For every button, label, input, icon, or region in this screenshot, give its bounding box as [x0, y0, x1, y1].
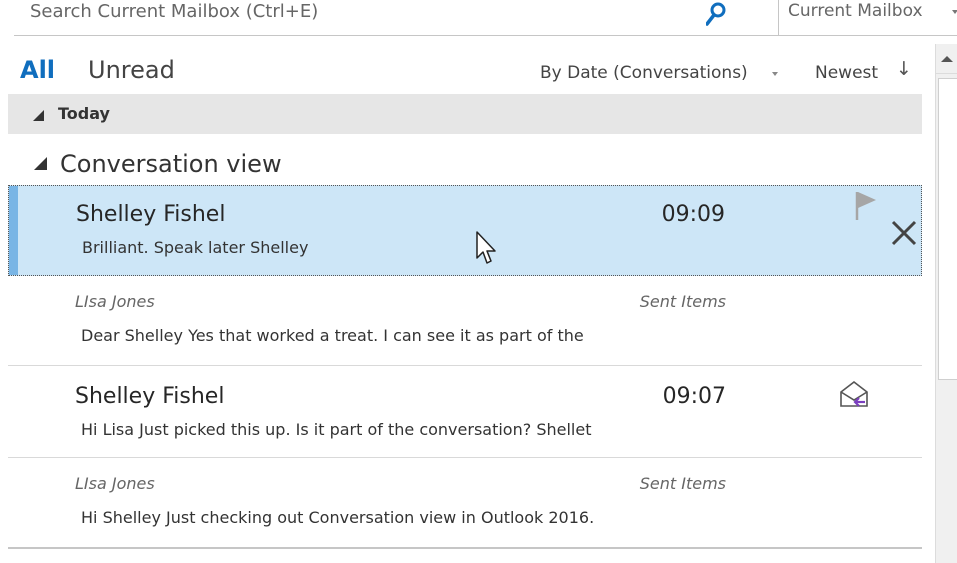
message-preview: Brilliant. Speak later Shelley [82, 238, 309, 257]
conversation-header[interactable]: Conversation view [0, 144, 925, 184]
message-time: 09:07 [662, 384, 726, 409]
scrollbar[interactable] [935, 44, 957, 563]
tab-all[interactable]: All [20, 56, 55, 84]
arrow-down-icon[interactable]: ↓ [896, 58, 912, 80]
sort-by-dropdown[interactable]: By Date (Conversations) [540, 63, 748, 83]
flag-icon[interactable] [854, 190, 880, 220]
search-icon[interactable] [706, 0, 736, 30]
search-separator [778, 0, 779, 36]
message-row[interactable]: LIsa Jones Sent Items Hi Shelley Just ch… [8, 458, 922, 546]
delete-icon[interactable] [889, 218, 919, 248]
message-time: 09:09 [661, 202, 725, 227]
message-sender: Shelley Fishel [76, 202, 226, 227]
selection-indicator [9, 186, 18, 275]
message-sender: Shelley Fishel [75, 384, 225, 409]
scope-dropdown-icon[interactable] [952, 10, 957, 14]
search-scope-dropdown[interactable]: Current Mailbox [788, 1, 923, 21]
sort-order-button[interactable]: Newest [815, 63, 878, 83]
scroll-up-button[interactable] [936, 44, 957, 74]
group-header-today[interactable]: Today [8, 94, 922, 134]
message-preview: Hi Lisa Just picked this up. Is it part … [81, 420, 592, 439]
filter-bar: All Unread By Date (Conversations) Newes… [0, 52, 925, 92]
conversation-subject: Conversation view [60, 150, 282, 178]
arrow-up-icon [941, 56, 953, 62]
message-sender: LIsa Jones [75, 292, 155, 311]
message-preview: Hi Shelley Just checking out Conversatio… [81, 508, 595, 527]
search-bar: Search Current Mailbox (Ctrl+E) Current … [14, 0, 957, 36]
message-row-selected[interactable]: Shelley Fishel 09:09 Brilliant. Speak la… [8, 185, 922, 276]
group-label: Today [58, 104, 110, 123]
message-sender: LIsa Jones [75, 474, 155, 493]
collapse-triangle-icon[interactable] [33, 110, 44, 121]
message-folder: Sent Items [639, 292, 726, 311]
collapse-triangle-icon[interactable] [34, 157, 47, 170]
message-row[interactable]: LIsa Jones Sent Items Dear Shelley Yes t… [8, 276, 922, 366]
message-preview: Dear Shelley Yes that worked a treat. I … [81, 326, 584, 345]
sort-dropdown-icon[interactable] [772, 72, 778, 76]
search-input[interactable]: Search Current Mailbox (Ctrl+E) [30, 1, 318, 22]
message-row[interactable]: Shelley Fishel 09:07 Hi Lisa Just picked… [8, 366, 922, 458]
scroll-thumb[interactable] [938, 78, 957, 380]
tab-unread[interactable]: Unread [88, 56, 175, 84]
replied-icon [840, 380, 868, 407]
group-divider [8, 547, 922, 549]
message-folder: Sent Items [639, 474, 726, 493]
